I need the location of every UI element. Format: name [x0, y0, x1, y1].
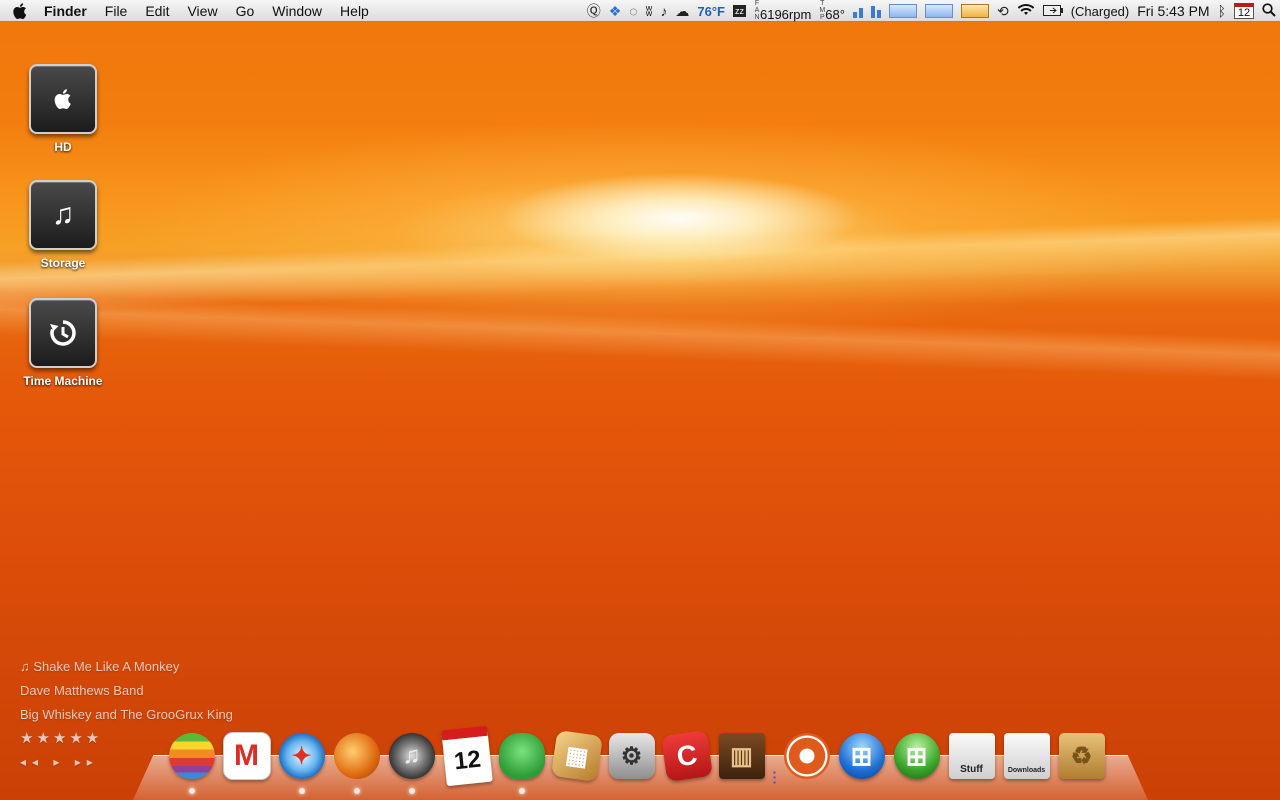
- dock-item-utility[interactable]: ⚙: [607, 730, 657, 782]
- dock-item-gmail[interactable]: M: [222, 730, 272, 782]
- battery-icon[interactable]: [1042, 3, 1063, 19]
- dock-item-itunes[interactable]: ♫: [387, 730, 437, 794]
- iphoto-icon: ▦: [550, 730, 603, 782]
- desktop-icon-label: Time Machine: [23, 374, 103, 388]
- dock-item-ical[interactable]: 12: [440, 725, 493, 787]
- dock-separator: [769, 730, 779, 784]
- butterfly-icon[interactable]: ʬ: [646, 3, 653, 19]
- app-menu-finder[interactable]: Finder: [40, 3, 96, 19]
- adium-duck-icon: [498, 733, 545, 779]
- wifi-icon[interactable]: [1017, 3, 1035, 19]
- dock-item-bookshelf[interactable]: ▥: [717, 730, 767, 782]
- apple-app-icon: [168, 733, 215, 779]
- menu-clock[interactable]: Fri 5:43 PM: [1137, 3, 1209, 19]
- dock-item-windows[interactable]: ⊞: [837, 730, 887, 782]
- downloads-folder-icon: Downloads: [1003, 733, 1050, 779]
- now-playing-artist: Dave Matthews Band: [20, 683, 144, 698]
- menu-edit[interactable]: Edit: [136, 3, 178, 19]
- dock-item-cyberduck[interactable]: C: [660, 730, 713, 782]
- dock-item-firefox[interactable]: [332, 730, 382, 794]
- activity-graph-icon[interactable]: [960, 4, 989, 18]
- dock-item-stuff[interactable]: Stuff: [947, 730, 997, 782]
- ubuntu-icon: [783, 733, 830, 779]
- time-machine-drive-icon: [29, 298, 97, 368]
- network-graph-icon[interactable]: [924, 4, 953, 18]
- running-indicator: [298, 788, 305, 794]
- calendar-menu-icon[interactable]: 12: [1234, 3, 1254, 19]
- now-playing-album: Big Whiskey and The GrooGrux King: [20, 707, 233, 722]
- menu-go[interactable]: Go: [227, 3, 264, 19]
- status-menus: Ⓠ ❖ ◌ ʬ ♪ ☁ 76°F zz F A N6196rpm T M P68° ⟲ …: [583, 0, 1280, 22]
- desktop-icon-hd[interactable]: HD: [13, 64, 113, 154]
- dock-item-apple[interactable]: [167, 730, 217, 794]
- cpu-graph-icon[interactable]: [888, 4, 917, 18]
- running-indicator: [188, 788, 195, 794]
- music-note-drive-icon: ♫: [29, 180, 97, 250]
- weather-cloud-icon[interactable]: ☁: [675, 3, 689, 20]
- apple-drive-icon: [29, 64, 97, 134]
- menu-help[interactable]: Help: [331, 3, 378, 19]
- stuff-folder-label: Stuff: [960, 764, 983, 775]
- dock-item-iphoto[interactable]: ▦: [550, 730, 603, 782]
- apple-menu-icon[interactable]: [0, 2, 40, 20]
- trash-icon: ♻: [1058, 733, 1105, 779]
- dock: M ✦ ♫ 12 ▦ ⚙ C ▥ ⊞ ⊞ Stuff Downloads ♻: [164, 725, 1109, 794]
- dock-item-adium[interactable]: [497, 730, 547, 794]
- desktop-icon-time-machine[interactable]: Time Machine: [13, 298, 113, 388]
- menu-window[interactable]: Window: [263, 3, 331, 19]
- battery-status-text[interactable]: (Charged): [1071, 4, 1130, 19]
- bluetooth-icon[interactable]: ᛒ: [1218, 3, 1226, 19]
- running-indicator: [408, 788, 415, 794]
- growl-icon[interactable]: ◌: [629, 3, 637, 19]
- safari-icon: ✦: [278, 733, 325, 779]
- bookshelf-icon: ▥: [718, 733, 765, 779]
- calendar-icon: 12: [440, 725, 493, 787]
- itunes-icon: ♫: [388, 733, 435, 779]
- cpu-temp-readout[interactable]: T M P68°: [819, 0, 845, 22]
- sleep-icon[interactable]: zz: [732, 5, 746, 17]
- dock-item-windows-media[interactable]: ⊞: [892, 730, 942, 782]
- system-utility-icon: ⚙: [608, 733, 655, 779]
- calendar-day-text: 12: [452, 745, 482, 776]
- cyberduck-icon: C: [660, 730, 713, 782]
- music-note-icon[interactable]: ♪: [660, 3, 667, 19]
- dock-item-trash[interactable]: ♻: [1057, 730, 1107, 782]
- windows-vista-icon: ⊞: [838, 733, 885, 779]
- dock-item-downloads[interactable]: Downloads: [1002, 730, 1052, 782]
- menu-bar: Finder File Edit View Go Window Help Ⓠ ❖…: [0, 0, 1280, 22]
- disk-meter-icon[interactable]: [852, 4, 863, 18]
- menu-view[interactable]: View: [178, 3, 226, 19]
- weather-temperature[interactable]: 76°F: [697, 4, 725, 19]
- memory-meter-icon[interactable]: [870, 4, 881, 18]
- desktop-icon-label: Storage: [40, 256, 86, 270]
- gmail-icon: M: [222, 732, 271, 780]
- dock-item-safari[interactable]: ✦: [277, 730, 327, 794]
- desktop-icon-label: HD: [54, 140, 72, 154]
- now-playing-track: ♫ Shake Me Like A Monkey: [20, 659, 180, 674]
- windows-media-icon: ⊞: [893, 733, 940, 779]
- desktop-icon-storage[interactable]: ♫ Storage: [13, 180, 113, 270]
- fan-speed-readout[interactable]: F A N6196rpm: [754, 0, 811, 22]
- menu-file[interactable]: File: [96, 3, 137, 19]
- running-indicator: [518, 788, 525, 794]
- firefox-icon: [333, 733, 380, 779]
- time-machine-menu-icon[interactable]: ⟲: [997, 3, 1009, 20]
- quicksilver-icon[interactable]: Ⓠ: [587, 1, 601, 21]
- running-indicator: [353, 788, 360, 794]
- dropbox-icon[interactable]: ❖: [609, 3, 622, 20]
- downloads-folder-label: Downloads: [1007, 767, 1046, 774]
- dock-item-ubuntu[interactable]: [782, 730, 832, 782]
- spotlight-search-icon[interactable]: [1262, 2, 1276, 20]
- stuff-folder-icon: Stuff: [948, 733, 995, 779]
